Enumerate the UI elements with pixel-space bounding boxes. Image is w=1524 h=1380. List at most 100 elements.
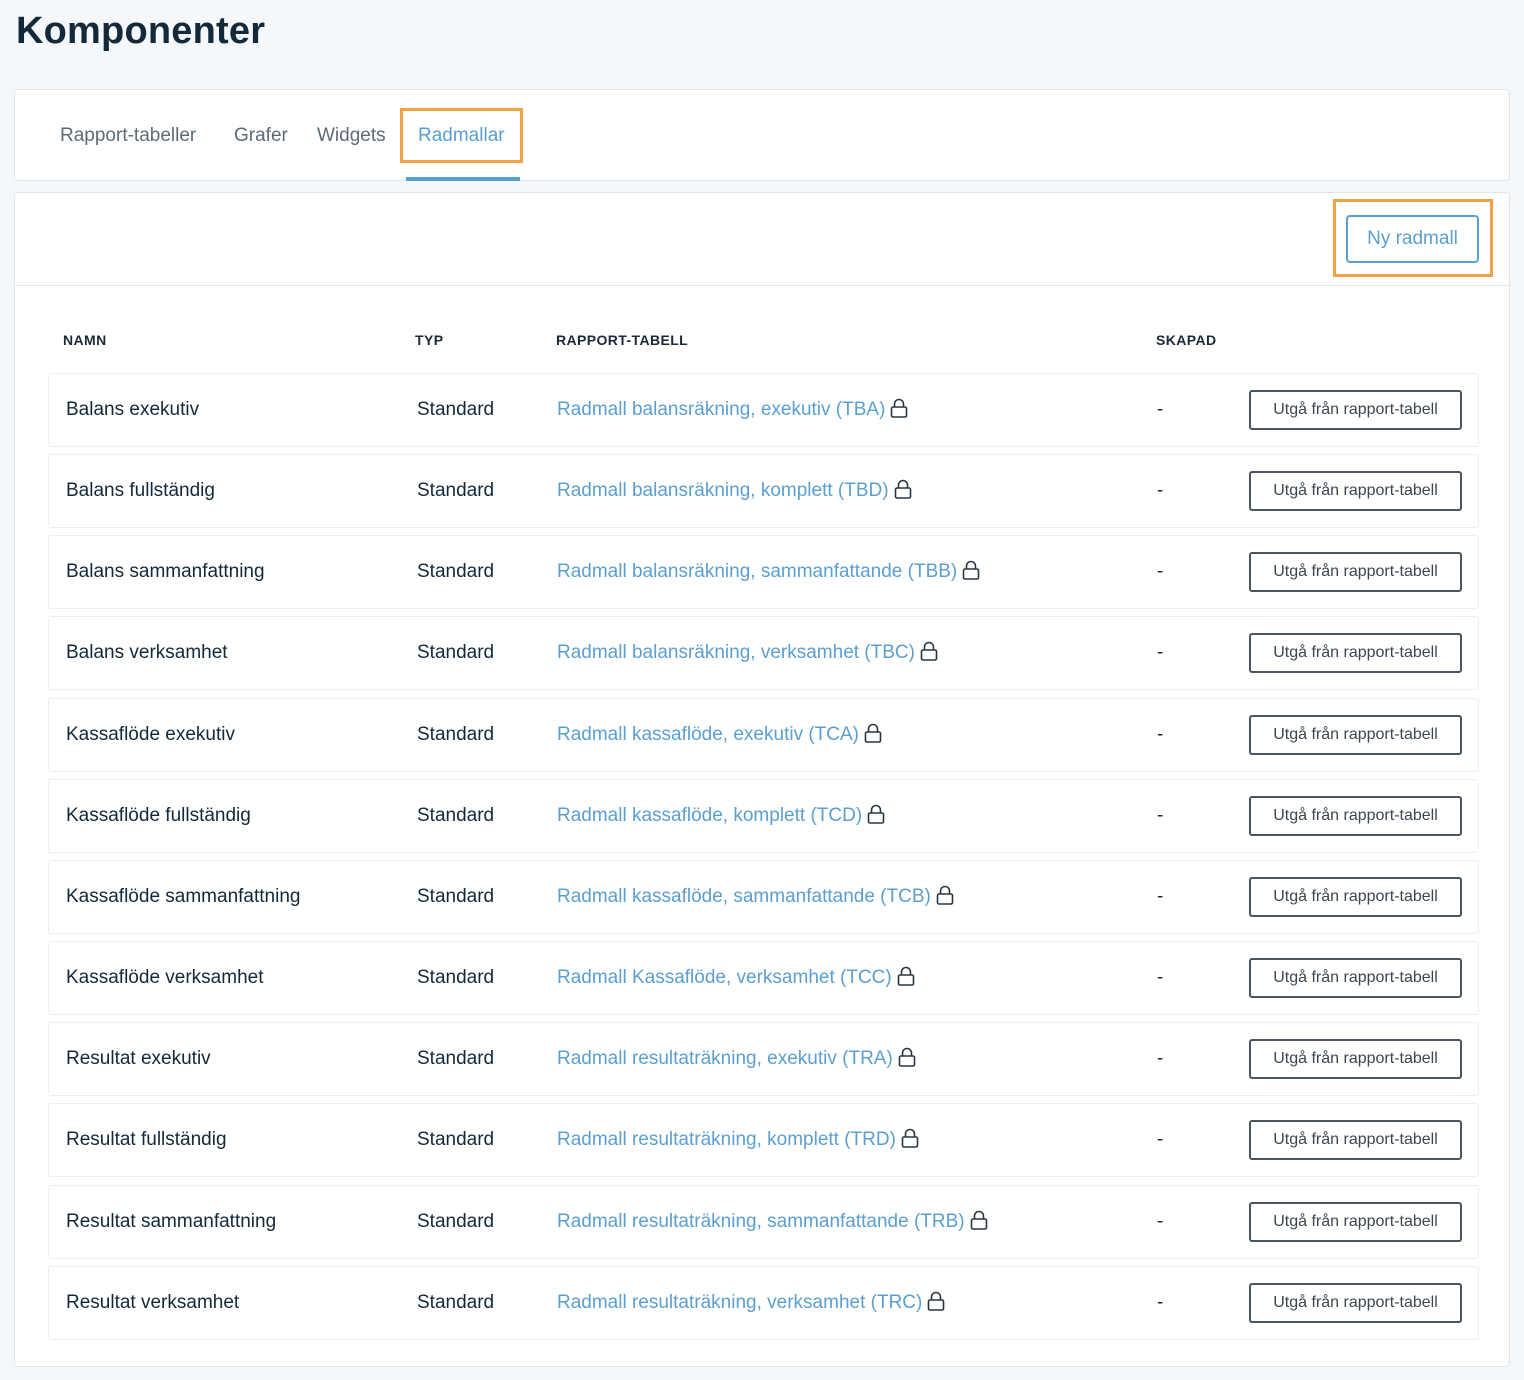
lock-icon xyxy=(936,864,954,905)
table-row: Kassaflöde exekutiv Standard Radmall kassa… xyxy=(48,697,1479,772)
tab-rapport-tabeller[interactable]: Rapport-tabeller xyxy=(60,90,196,181)
row-name: Kassaflöde exekutiv xyxy=(66,723,235,745)
row-report-link[interactable]: Radmall kassaflöde, komplett (TCD) xyxy=(557,780,885,852)
row-report-label: Radmall kassaflöde, exekutiv (TCA) xyxy=(557,723,859,745)
new-row-template-button[interactable]: Ny radmall xyxy=(1346,215,1479,263)
use-report-table-button[interactable]: Utgå från rapport-tabell xyxy=(1249,1282,1462,1323)
row-created: - xyxy=(1157,561,1164,583)
row-name: Resultat fullständig xyxy=(66,1129,227,1151)
lock-icon xyxy=(970,1189,988,1230)
use-report-table-button[interactable]: Utgå från rapport-tabell xyxy=(1249,552,1462,593)
row-report-label: Radmall balansräkning, verksamhet (TBC) xyxy=(557,642,915,664)
lock-icon xyxy=(894,458,912,499)
row-created: - xyxy=(1157,885,1164,907)
row-report-label: Radmall resultaträkning, komplett (TRD) xyxy=(557,1129,896,1151)
lock-icon xyxy=(867,783,885,824)
header-type: TYP xyxy=(415,332,444,348)
use-report-table-button[interactable]: Utgå från rapport-tabell xyxy=(1249,390,1462,430)
row-name: Kassaflöde verksamhet xyxy=(66,967,264,989)
use-report-table-button[interactable]: Utgå från rapport-tabell xyxy=(1249,958,1462,999)
row-report-link[interactable]: Radmall balansräkning, komplett (TBD) xyxy=(557,455,912,527)
use-report-table-button[interactable]: Utgå från rapport-tabell xyxy=(1249,1039,1462,1080)
row-report-link[interactable]: Radmall balansräkning, sammanfattande (T… xyxy=(557,536,980,608)
row-type: Standard xyxy=(417,723,495,745)
use-report-table-button[interactable]: Utgå från rapport-tabell xyxy=(1249,633,1462,674)
row-report-link[interactable]: Radmall kassaflöde, sammanfattande (TCB) xyxy=(557,861,954,933)
row-created: - xyxy=(1157,804,1164,826)
lock-icon xyxy=(901,1107,919,1149)
row-name: Resultat verksamhet xyxy=(66,1291,240,1313)
row-created: - xyxy=(1157,1129,1164,1151)
lock-icon xyxy=(962,539,980,581)
row-report-link[interactable]: Radmall Kassaflöde, verksamhet (TCC) xyxy=(557,942,915,1014)
row-report-label: Radmall balansräkning, komplett (TBD) xyxy=(557,480,889,502)
tab-bar: Rapport-tabeller Grafer Widgets Radmalla… xyxy=(14,89,1510,181)
row-report-label: Radmall resultaträkning, exekutiv (TRA) xyxy=(557,1048,893,1070)
lock-icon xyxy=(898,1026,916,1067)
use-report-table-button[interactable]: Utgå från rapport-tabell xyxy=(1249,714,1462,755)
lock-icon xyxy=(890,377,908,418)
row-report-label: Radmall balansräkning, sammanfattande (T… xyxy=(557,561,958,583)
use-report-table-button[interactable]: Utgå från rapport-tabell xyxy=(1249,471,1462,512)
row-report-label: Radmall balansräkning, exekutiv (TBA) xyxy=(557,399,886,420)
row-name: Resultat sammanfattning xyxy=(66,1210,277,1232)
row-report-link[interactable]: Radmall resultaträkning, komplett (TRD) xyxy=(557,1104,919,1176)
use-report-table-button[interactable]: Utgå från rapport-tabell xyxy=(1249,1120,1462,1161)
use-report-table-button[interactable]: Utgå från rapport-tabell xyxy=(1249,1201,1462,1242)
row-name: Balans exekutiv xyxy=(66,399,200,420)
table-row: Balans sammanfattning Standard Radmall bal… xyxy=(48,535,1479,610)
row-created: - xyxy=(1157,480,1164,502)
tab-grafer[interactable]: Grafer xyxy=(234,90,288,181)
row-report-link[interactable]: Radmall resultaträkning, exekutiv (TRA) xyxy=(557,1023,916,1095)
header-name: NAMN xyxy=(63,332,107,348)
row-name: Kassaflöde fullständig xyxy=(66,804,251,826)
row-type: Standard xyxy=(417,885,495,907)
row-name: Balans verksamhet xyxy=(66,642,228,664)
table-row: Kassaflöde verksamhet Standard Radmall Kas… xyxy=(48,941,1479,1016)
row-created: - xyxy=(1157,399,1164,420)
row-type: Standard xyxy=(417,804,495,826)
lock-icon xyxy=(864,702,882,743)
row-name: Balans fullständig xyxy=(66,480,215,502)
table-row: Resultat fullständig Standard Radmall resu… xyxy=(48,1103,1479,1178)
table-row: Resultat verksamhet Standard Radmall resul… xyxy=(48,1265,1479,1340)
row-report-label: Radmall Kassaflöde, verksamhet (TCC) xyxy=(557,967,892,989)
lock-icon xyxy=(920,620,938,662)
row-report-link[interactable]: Radmall balansräkning, verksamhet (TBC) xyxy=(557,617,938,689)
row-created: - xyxy=(1157,723,1164,745)
tab-radmallar[interactable]: Radmallar xyxy=(418,90,505,181)
row-type: Standard xyxy=(417,399,495,420)
row-report-label: Radmall kassaflöde, komplett (TCD) xyxy=(557,804,863,826)
row-report-link[interactable]: Radmall resultaträkning, verksamhet (TRC… xyxy=(557,1267,945,1339)
row-report-label: Radmall kassaflöde, sammanfattande (TCB) xyxy=(557,885,931,907)
row-type: Standard xyxy=(417,1129,495,1151)
lock-icon xyxy=(927,1270,945,1311)
row-name: Balans sammanfattning xyxy=(66,561,265,583)
use-report-table-button[interactable]: Utgå från rapport-tabell xyxy=(1249,795,1462,836)
toolbar: Ny radmall xyxy=(15,193,1509,286)
row-created: - xyxy=(1157,1210,1164,1232)
row-type: Standard xyxy=(417,1291,495,1313)
table-row: Balans exekutiv Standard Radmall balansräk… xyxy=(48,373,1479,447)
row-templates-panel: Ny radmall NAMN TYP RAPPORT-TABELL SKAPA… xyxy=(14,192,1510,1367)
row-report-label: Radmall resultaträkning, verksamhet (TRC… xyxy=(557,1291,923,1313)
table-row: Kassaflöde fullständig Standard Radmall ka… xyxy=(48,778,1479,853)
table-row: Balans fullständig Standard Radmall balans… xyxy=(48,454,1479,529)
row-report-link[interactable]: Radmall kassaflöde, exekutiv (TCA) xyxy=(557,699,882,771)
row-created: - xyxy=(1157,967,1164,989)
table-row: Resultat sammanfattning Standard Radmall r… xyxy=(48,1184,1479,1259)
row-type: Standard xyxy=(417,642,495,664)
table-row: Balans verksamhet Standard Radmall balansr… xyxy=(48,616,1479,691)
row-report-link[interactable]: Radmall balansräkning, exekutiv (TBA) xyxy=(557,374,908,446)
row-name: Resultat exekutiv xyxy=(66,1048,211,1070)
table-row: Resultat exekutiv Standard Radmall resulta… xyxy=(48,1022,1479,1097)
header-report-table: RAPPORT-TABELL xyxy=(556,332,689,348)
lock-icon xyxy=(897,945,915,986)
header-created: SKAPAD xyxy=(1156,332,1217,348)
row-name: Kassaflöde sammanfattning xyxy=(66,885,301,907)
row-report-link[interactable]: Radmall resultaträkning, sammanfattande … xyxy=(557,1186,988,1258)
row-type: Standard xyxy=(417,1048,495,1070)
row-created: - xyxy=(1157,1048,1164,1070)
tab-widgets[interactable]: Widgets xyxy=(317,90,386,181)
use-report-table-button[interactable]: Utgå från rapport-tabell xyxy=(1249,876,1462,917)
